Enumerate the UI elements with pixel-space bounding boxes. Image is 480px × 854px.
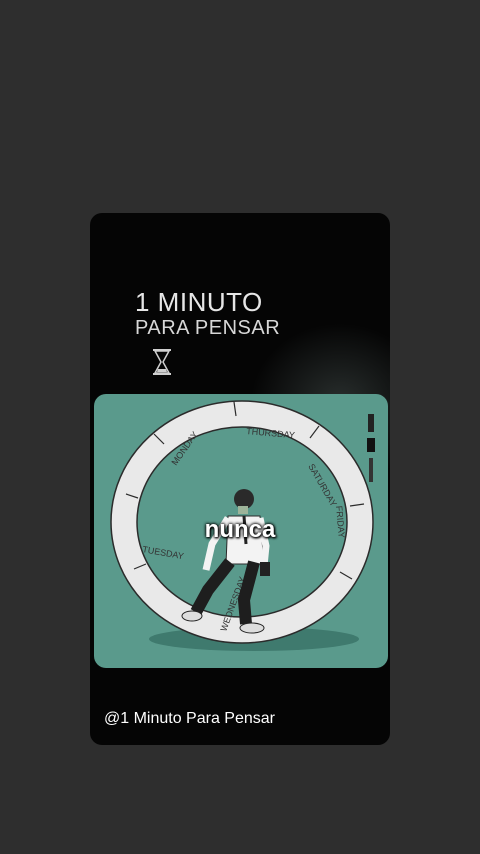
title-line-1: 1 MINUTO: [135, 287, 263, 317]
channel-handle[interactable]: @1 Minuto Para Pensar: [104, 710, 275, 728]
wheel-label-tuesday: TUESDAY: [142, 544, 185, 561]
caption-word: nunca: [204, 516, 276, 543]
brand-tag-icon: [367, 414, 375, 482]
hourglass-icon: [153, 349, 171, 375]
video-card[interactable]: 1 MINUTO PARA PENSAR MONDAY TUESDAY WEDN…: [90, 213, 390, 745]
title-line-2: PARA PENSAR: [135, 317, 281, 339]
